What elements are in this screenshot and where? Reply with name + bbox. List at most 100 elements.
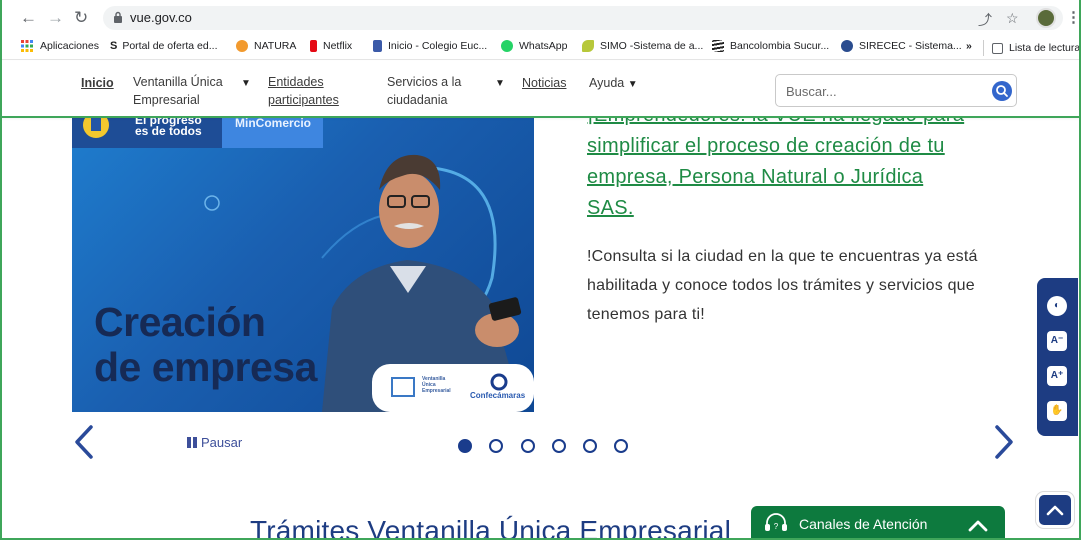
- increase-font-icon[interactable]: A⁺: [1047, 366, 1067, 386]
- bookmark-label: Netflix: [323, 40, 353, 52]
- nav-ayuda-label: Ayuda: [589, 76, 625, 90]
- bookmark-label: Bancolombia Sucur...: [730, 40, 830, 52]
- vue-logo-text: Ventanilla Única Empresarial: [422, 376, 451, 394]
- pause-icon: [187, 437, 191, 448]
- back-arrow-icon[interactable]: ←: [20, 8, 37, 28]
- caret-down-icon[interactable]: ▼: [495, 78, 505, 89]
- carousel-dot-4[interactable]: [552, 439, 566, 453]
- section-title: Trámites Ventanilla Única Empresarial: [250, 515, 731, 540]
- accessibility-toolbar: ◐ A⁻ A⁺ ✋: [1037, 278, 1078, 436]
- bookmark-label: Inicio - Colegio Euc...: [388, 40, 488, 52]
- carousel-prev-arrow-icon[interactable]: [73, 424, 95, 460]
- bookmark-label: Portal de oferta ed...: [122, 40, 218, 52]
- bookmarks-overflow[interactable]: »: [966, 40, 972, 52]
- reading-list-icon: [992, 42, 1003, 54]
- confecamaras-logo-text: Confecámaras: [470, 391, 526, 400]
- reload-icon[interactable]: ↻: [74, 8, 88, 28]
- banner-headline-line: Creación: [94, 299, 266, 345]
- bookmark-natura[interactable]: NATURA: [236, 40, 296, 52]
- bookmark-netflix[interactable]: Netflix: [310, 40, 352, 52]
- reading-list-label: Lista de lectura: [1009, 42, 1081, 54]
- whatsapp-icon: [501, 40, 513, 52]
- carousel-dot-6[interactable]: [614, 439, 628, 453]
- simo-leaf-icon: [582, 40, 594, 52]
- bookmark-label: NATURA: [254, 40, 297, 52]
- hero-text: ¡Emprendedores: la VUE ha llegado para s…: [587, 100, 1007, 329]
- reading-list-button[interactable]: Lista de lectura: [983, 40, 1080, 56]
- contrast-icon[interactable]: ◐: [1047, 296, 1067, 316]
- nav-label-line: Ventanilla Única: [133, 75, 223, 89]
- pause-icon: [193, 437, 197, 448]
- natura-logo-icon: [236, 40, 248, 52]
- share-icon[interactable]: ⤴: [978, 10, 992, 30]
- hero-link-line: SAS.: [587, 197, 634, 219]
- vue-logo-line: Empresarial: [422, 388, 451, 394]
- banner-progreso-line: es de todos: [135, 124, 202, 138]
- carousel-dot-3[interactable]: [521, 439, 535, 453]
- bookmark-label: WhatsApp: [519, 40, 568, 52]
- lock-icon: [114, 11, 122, 23]
- bookmark-label: Aplicaciones: [40, 40, 99, 52]
- address-bar[interactable]: vue.gov.co ⤴ ☆: [103, 6, 1063, 30]
- bookmark-bancolombia[interactable]: Bancolombia Sucur...: [712, 40, 829, 52]
- carousel-pause-button[interactable]: Pausar: [187, 435, 242, 450]
- bancolombia-logo-icon: [712, 40, 724, 52]
- banner-headline: Creación de empresa: [94, 300, 317, 390]
- search-input[interactable]: [786, 82, 986, 100]
- carousel-next-arrow-icon[interactable]: [993, 424, 1015, 460]
- bookmark-whatsapp[interactable]: WhatsApp: [501, 40, 567, 52]
- nav-servicios[interactable]: Servicios a la ciudadania: [387, 73, 461, 109]
- search-button[interactable]: [992, 81, 1012, 101]
- nav-entidades[interactable]: Entidades participantes: [268, 73, 339, 109]
- hero-link-line: empresa, Persona Natural o Jurídica: [587, 166, 924, 188]
- bookmark-sirecec[interactable]: SIRECEC - Sistema...: [841, 40, 962, 52]
- bookmark-simo[interactable]: SIMO -Sistema de a...: [582, 40, 703, 52]
- canales-label: Canales de Atención: [799, 516, 928, 532]
- profile-avatar[interactable]: [1036, 8, 1056, 28]
- nav-label-line: participantes: [268, 93, 339, 107]
- carousel-dot-1[interactable]: [458, 439, 472, 453]
- nav-ventanilla[interactable]: Ventanilla Única Empresarial: [133, 73, 223, 109]
- nav-label-line: Entidades: [268, 75, 324, 89]
- nav-label-line: Empresarial: [133, 93, 200, 107]
- banner-progreso-text: El progreso es de todos: [135, 114, 202, 138]
- hero-body: !Consulta si la ciudad en la que te encu…: [587, 248, 978, 323]
- browser-toolbar: ← → ↻ vue.gov.co ⤴ ☆ ⋮: [0, 0, 1081, 36]
- bookmark-aplicaciones[interactable]: Aplicaciones: [21, 40, 99, 52]
- search-box: [775, 74, 1017, 107]
- banner-headline-line: de empresa: [94, 344, 317, 390]
- bookmarks-bar: Aplicaciones S Portal de oferta ed... NA…: [0, 36, 1081, 60]
- decrease-font-icon[interactable]: A⁻: [1047, 331, 1067, 351]
- nav-noticias[interactable]: Noticias: [522, 74, 566, 92]
- bookmark-label: SIRECEC - Sistema...: [859, 40, 962, 52]
- sign-language-icon[interactable]: ✋: [1047, 401, 1067, 421]
- nav-inicio[interactable]: Inicio: [81, 74, 114, 92]
- site-nav: Inicio Ventanilla Única Empresarial ▼ En…: [0, 61, 1081, 118]
- banner-mincomercio: MinComercio: [235, 116, 312, 130]
- bookmark-portal[interactable]: S Portal de oferta ed...: [110, 40, 218, 52]
- nav-ayuda[interactable]: Ayuda ▼: [589, 74, 638, 94]
- nav-label-line: ciudadania: [387, 93, 448, 107]
- hero-link[interactable]: ¡Emprendedores: la VUE ha llegado para s…: [587, 100, 1007, 224]
- apps-grid-icon: [21, 40, 33, 52]
- url-text: vue.gov.co: [130, 10, 192, 25]
- bookmark-colegio[interactable]: Inicio - Colegio Euc...: [373, 40, 487, 52]
- bookmark-label: SIMO -Sistema de a...: [600, 40, 704, 52]
- chevron-up-icon: [968, 520, 988, 532]
- sirecec-globe-icon: [841, 40, 853, 52]
- headset-icon: ?: [765, 513, 787, 531]
- back-to-top-button[interactable]: [1036, 492, 1074, 528]
- svg-text:?: ?: [774, 522, 779, 531]
- portal-logo-icon: S: [110, 40, 118, 52]
- caret-down-icon: ▼: [627, 79, 638, 90]
- menu-kebab-icon[interactable]: ⋮: [1066, 8, 1081, 26]
- hero-link-line: simplificar el proceso de creación de tu: [587, 135, 945, 157]
- bookmark-star-icon[interactable]: ☆: [1006, 10, 1019, 27]
- caret-down-icon[interactable]: ▼: [241, 78, 251, 89]
- canales-atencion-button[interactable]: ? Canales de Atención: [751, 506, 1005, 540]
- carousel-dot-5[interactable]: [583, 439, 597, 453]
- forward-arrow-icon[interactable]: →: [47, 8, 64, 28]
- colegio-shield-icon: [373, 40, 382, 52]
- carousel-dot-2[interactable]: [489, 439, 503, 453]
- hero-banner-image[interactable]: El progreso es de todos MinComercio Crea…: [72, 98, 534, 412]
